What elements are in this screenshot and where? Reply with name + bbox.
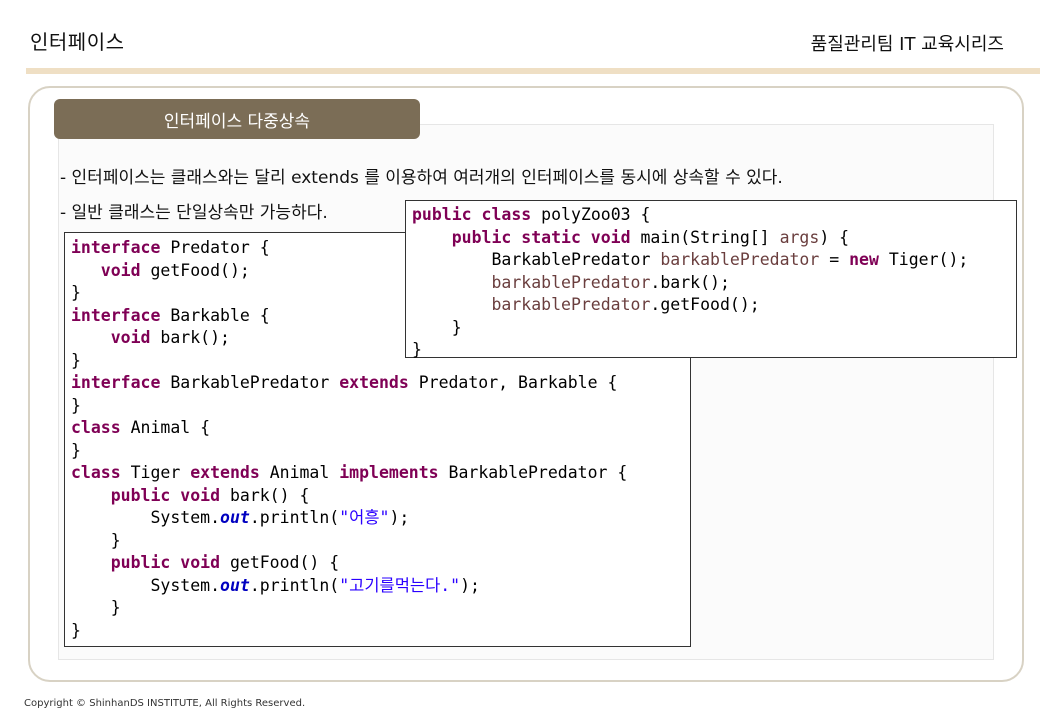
code-token: System. bbox=[71, 508, 221, 527]
code-token: bark() { bbox=[220, 485, 310, 505]
code-token: ); bbox=[389, 508, 410, 527]
code-token: class bbox=[71, 418, 121, 437]
code-line: BarkablePredator barkablePredator = new … bbox=[412, 249, 1016, 272]
code-token: barkablePredator bbox=[660, 250, 820, 269]
code-token: "고기를먹는다." bbox=[339, 575, 461, 595]
code-token: extends bbox=[339, 373, 409, 392]
section-title-label: 인터페이스 다중상속 bbox=[163, 111, 311, 132]
code-line: System.out.println("어흥"); bbox=[71, 507, 690, 530]
code-token: extends bbox=[190, 463, 260, 482]
code-line: class Tiger extends Animal implements Ba… bbox=[71, 462, 690, 485]
code-line: public class polyZoo03 { bbox=[412, 204, 1016, 227]
code-token: interface bbox=[71, 305, 161, 325]
code-token: .println( bbox=[249, 508, 340, 527]
code-line: barkablePredator.getFood(); bbox=[412, 294, 1016, 317]
code-token: } bbox=[71, 283, 81, 302]
code-line: class Animal { bbox=[71, 417, 690, 440]
code-token: .getFood(); bbox=[650, 295, 760, 314]
code-token: out bbox=[220, 575, 250, 595]
slide-title: 인터페이스 bbox=[30, 30, 125, 54]
series-title: 품질관리팀 IT 교육시리즈 bbox=[810, 34, 1004, 55]
code-token: Barkable { bbox=[160, 305, 270, 325]
code-token: class bbox=[71, 463, 121, 482]
code-line: } bbox=[71, 440, 690, 463]
code-token: new bbox=[849, 250, 879, 269]
code-token: } bbox=[71, 620, 81, 640]
code-line: System.out.println("고기를먹는다."); bbox=[71, 575, 690, 598]
code-line: } bbox=[71, 597, 690, 620]
code-token: BarkablePredator bbox=[160, 373, 340, 392]
code-token: polyZoo03 { bbox=[531, 205, 651, 224]
code-token: BarkablePredator bbox=[412, 250, 661, 269]
code-token: } bbox=[412, 317, 462, 337]
code-token: } bbox=[71, 395, 81, 415]
code-token: Predator { bbox=[160, 238, 270, 257]
code-token: ); bbox=[460, 575, 480, 595]
code-token: out bbox=[220, 508, 250, 527]
code-token: getFood(); bbox=[140, 260, 250, 280]
code-token: .bark(); bbox=[650, 272, 730, 292]
code-token: interface bbox=[71, 238, 161, 257]
code-token: BarkablePredator { bbox=[438, 463, 628, 482]
code-token: } bbox=[71, 350, 81, 370]
code-line: } bbox=[412, 317, 1016, 340]
bullet-multiple-inheritance: - 인터페이스는 클래스와는 달리 extends 를 이용하여 여러개의 인터… bbox=[60, 168, 783, 188]
code-token: .println( bbox=[249, 575, 340, 595]
code-token: barkablePredator bbox=[412, 272, 651, 292]
code-token: public void bbox=[71, 485, 221, 505]
code-token: barkablePredator bbox=[412, 295, 651, 314]
code-token: ) { bbox=[819, 227, 850, 247]
code-line: barkablePredator.bark(); bbox=[412, 272, 1016, 295]
code-token: void bbox=[71, 328, 151, 347]
code-token: } bbox=[71, 598, 121, 617]
code-block-main: public class polyZoo03 { public static v… bbox=[405, 200, 1017, 359]
bullet-single-inheritance: - 일반 클래스는 단일상속만 가능하다. bbox=[60, 203, 328, 223]
code-token: Animal bbox=[259, 463, 340, 482]
section-title-tab: 인터페이스 다중상속 bbox=[54, 99, 420, 139]
code-token: implements bbox=[339, 463, 439, 482]
code-token: System. bbox=[71, 575, 221, 595]
code-line: } bbox=[71, 620, 690, 643]
code-line: public static void main(String[] args) { bbox=[412, 227, 1016, 250]
code-line: } bbox=[71, 395, 690, 418]
code-token: Tiger bbox=[120, 463, 191, 482]
code-token: = bbox=[819, 250, 850, 269]
code-line: } bbox=[71, 530, 690, 553]
code-token: } bbox=[71, 530, 121, 550]
code-token: bark(); bbox=[150, 328, 230, 347]
code-token: } bbox=[71, 440, 81, 460]
code-token: getFood() { bbox=[220, 553, 340, 572]
code-line: interface BarkablePredator extends Preda… bbox=[71, 372, 690, 395]
code-token: args bbox=[779, 227, 820, 247]
code-line: public void bark() { bbox=[71, 485, 690, 508]
copyright-footer: Copyright © ShinhanDS INSTITUTE, All Rig… bbox=[24, 698, 306, 709]
code-line: public void getFood() { bbox=[71, 552, 690, 575]
code-line: } bbox=[412, 339, 1016, 362]
code-token: Animal { bbox=[120, 418, 211, 437]
code-token: Tiger(); bbox=[878, 250, 969, 269]
header-divider bbox=[26, 68, 1040, 74]
code-token: "어흥" bbox=[339, 508, 390, 527]
code-token: main(String[] bbox=[630, 227, 780, 247]
code-token: public static void bbox=[412, 227, 631, 247]
code-token: void bbox=[71, 260, 141, 280]
code-token: interface bbox=[71, 373, 161, 392]
code-token: } bbox=[412, 340, 422, 359]
code-token: public void bbox=[71, 553, 221, 572]
code-token: public class bbox=[412, 205, 532, 224]
code-token: Predator, Barkable { bbox=[408, 373, 618, 392]
